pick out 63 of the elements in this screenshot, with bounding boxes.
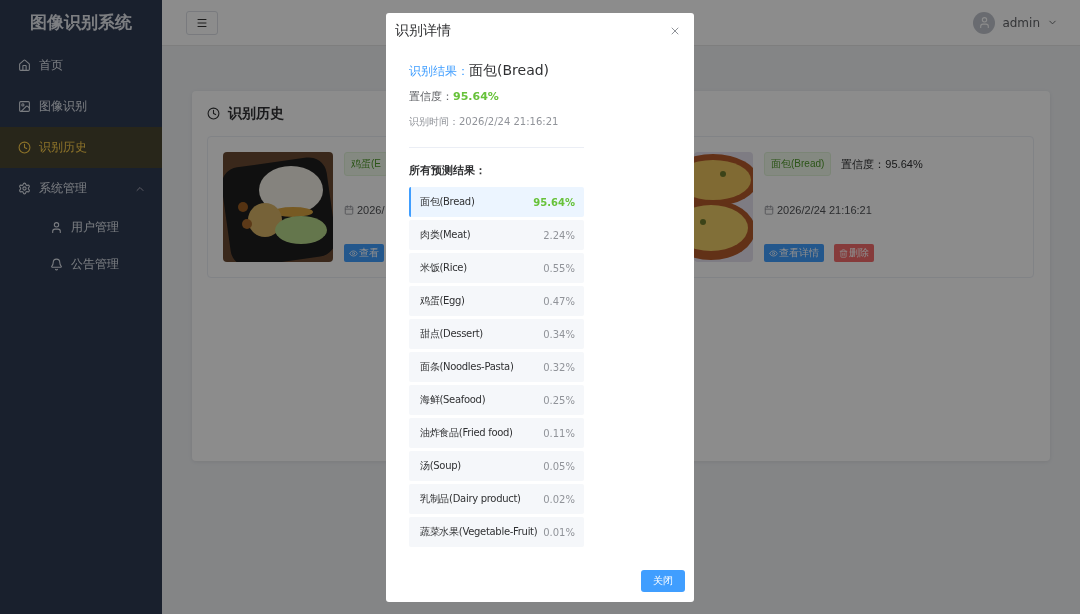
prediction-value: 0.02%	[543, 493, 575, 505]
sidebar-item[interactable]: 用户管理	[0, 209, 162, 246]
sidebar-item[interactable]: 系统管理	[0, 168, 162, 209]
eye-icon	[349, 248, 358, 258]
calendar-icon	[344, 205, 354, 215]
dialog-title: 识别详情	[395, 22, 451, 40]
category-tag: 面包(Bread)	[764, 152, 832, 176]
result-label: 识别结果：	[409, 63, 469, 80]
category-tag: 鸡蛋(E	[344, 152, 388, 176]
result-value: 面包(Bread)	[469, 62, 550, 80]
prediction-name: 肉类(Meat)	[420, 228, 471, 242]
prediction-value: 95.64%	[533, 196, 575, 208]
prediction-value: 0.05%	[543, 460, 575, 472]
user-icon	[50, 221, 63, 234]
prediction-name: 鸡蛋(Egg)	[420, 294, 465, 308]
menu-icon	[196, 16, 208, 29]
prediction-name: 油炸食品(Fried food)	[420, 426, 513, 440]
record-date: 2026/	[357, 204, 385, 216]
prediction-name: 海鲜(Seafood)	[420, 393, 486, 407]
prediction-value: 0.34%	[543, 328, 575, 340]
prediction-value: 0.32%	[543, 361, 575, 373]
prediction-name: 面包(Bread)	[420, 195, 475, 209]
view-details-button[interactable]: 查看	[344, 244, 384, 262]
avatar-icon	[973, 11, 996, 34]
sidebar-item[interactable]: 首页	[0, 45, 162, 86]
sidebar-item[interactable]: 公告管理	[0, 246, 162, 283]
close-button[interactable]: 关闭	[641, 570, 685, 592]
sidebar-item[interactable]: 识别历史	[0, 127, 162, 168]
prediction-name: 米饭(Rice)	[420, 261, 467, 275]
image-icon	[18, 100, 31, 113]
calendar-icon	[764, 205, 774, 215]
prediction-value: 0.47%	[543, 295, 575, 307]
prediction-name: 蔬菜水果(Vegetable-Fruit)	[420, 525, 538, 539]
prediction-name: 乳制品(Dairy product)	[420, 492, 521, 506]
eye-icon	[769, 248, 778, 258]
recognition-time: 识别时间：2026/2/24 21:16:21	[409, 115, 560, 129]
prediction-name: 汤(Soup)	[420, 459, 461, 473]
close-icon[interactable]	[669, 25, 681, 37]
sidebar-item[interactable]: 图像识别	[0, 86, 162, 127]
bell-icon	[50, 258, 63, 271]
prediction-name: 甜点(Dessert)	[420, 327, 483, 341]
clock-icon	[207, 107, 220, 120]
prediction-value: 0.25%	[543, 394, 575, 406]
clock-icon	[18, 141, 31, 154]
confidence-value: 95.64%	[453, 90, 499, 103]
record-date: 2026/2/24 21:16:21	[777, 204, 872, 216]
prediction-value: 0.01%	[543, 526, 575, 538]
view-details-button[interactable]: 查看详情	[764, 244, 824, 262]
confidence-label: 置信度：	[409, 89, 453, 104]
trash-icon	[839, 248, 848, 258]
menu-toggle-button[interactable]	[186, 10, 218, 35]
confidence-text: 置信度：95.64%	[841, 156, 923, 172]
settings-icon	[18, 182, 31, 195]
delete-button[interactable]: 删除	[834, 244, 874, 262]
panel-title: 识别历史	[228, 104, 284, 123]
app-title: 图像识别系统	[29, 11, 133, 34]
home-icon	[18, 59, 31, 72]
prediction-name: 面条(Noodles-Pasta)	[420, 360, 514, 374]
predictions-title: 所有预测结果：	[409, 163, 487, 178]
prediction-value: 2.24%	[543, 229, 575, 241]
user-menu[interactable]: admin	[973, 11, 1058, 34]
prediction-value: 0.11%	[543, 427, 575, 439]
prediction-value: 0.55%	[543, 262, 575, 274]
